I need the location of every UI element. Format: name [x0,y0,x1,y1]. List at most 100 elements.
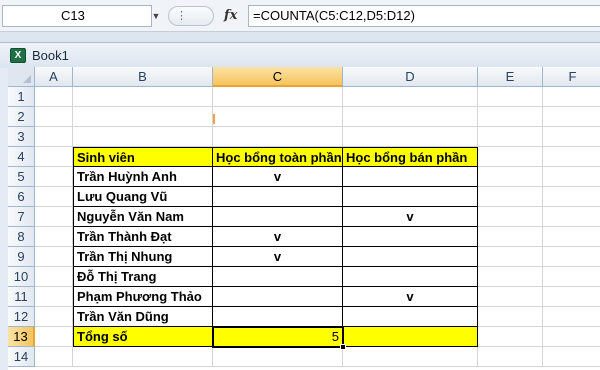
column-header-a[interactable]: A [35,67,73,87]
half-scholarship-cell[interactable] [343,267,478,287]
total-value-cell[interactable]: 5 [213,327,343,347]
cell-a12[interactable] [35,307,73,327]
cell-a2[interactable] [35,107,73,127]
cell-b2[interactable] [73,107,213,127]
cell-a14[interactable] [35,347,73,367]
row-header-1[interactable]: 1 [8,87,35,107]
cell-e6[interactable] [478,187,543,207]
cell-e3[interactable] [478,127,543,147]
cell-b14[interactable] [73,347,213,367]
row-header-8[interactable]: 8 [8,227,35,247]
row-header-9[interactable]: 9 [8,247,35,267]
half-scholarship-cell[interactable] [343,247,478,267]
cell-f6[interactable] [543,187,600,207]
full-scholarship-cell[interactable] [213,287,343,307]
half-scholarship-cell[interactable] [343,187,478,207]
insert-function-button[interactable]: fx [224,6,244,26]
cell-d14[interactable] [343,347,478,367]
cell-e8[interactable] [478,227,543,247]
half-scholarship-cell[interactable] [343,227,478,247]
full-scholarship-cell[interactable] [213,267,343,287]
half-scholarship-cell[interactable] [343,167,478,187]
cell-a8[interactable] [35,227,73,247]
row-header-4[interactable]: 4 [8,147,35,167]
cell-e9[interactable] [478,247,543,267]
cell-f2[interactable] [543,107,600,127]
cell-a6[interactable] [35,187,73,207]
cell-a5[interactable] [35,167,73,187]
column-header-f[interactable]: F [543,67,600,87]
column-header-e[interactable]: E [478,67,543,87]
cell-f8[interactable] [543,227,600,247]
full-scholarship-cell[interactable] [213,187,343,207]
fill-handle[interactable] [340,344,346,350]
cell-a11[interactable] [35,287,73,307]
row-header-10[interactable]: 10 [8,267,35,287]
row-header-7[interactable]: 7 [8,207,35,227]
cell-f12[interactable] [543,307,600,327]
cell-f7[interactable] [543,207,600,227]
cell-f4[interactable] [543,147,600,167]
cell-e1[interactable] [478,87,543,107]
cell-c1[interactable] [213,87,343,107]
cell-a13[interactable] [35,327,73,347]
cell-f3[interactable] [543,127,600,147]
cell-e4[interactable] [478,147,543,167]
row-header-13[interactable]: 13 [8,327,35,347]
full-scholarship-cell[interactable] [213,307,343,327]
name-box-dropdown-icon[interactable]: ▼ [150,8,162,24]
full-scholarship-cell[interactable] [213,207,343,227]
cell-c14[interactable] [213,347,343,367]
formula-bar-resize-handle[interactable] [168,6,214,26]
cell-e5[interactable] [478,167,543,187]
cell-f13[interactable] [543,327,600,347]
cell-e14[interactable] [478,347,543,367]
cell-d2[interactable] [343,107,478,127]
column-header-b[interactable]: B [73,67,213,87]
cell-f9[interactable] [543,247,600,267]
cell-f5[interactable] [543,167,600,187]
full-scholarship-cell[interactable]: v [213,167,343,187]
row-header-2[interactable]: 2 [8,107,35,127]
cell-b1[interactable] [73,87,213,107]
full-scholarship-cell[interactable]: v [213,247,343,267]
cell-c2[interactable] [213,107,343,127]
row-header-5[interactable]: 5 [8,167,35,187]
half-scholarship-cell[interactable] [343,307,478,327]
full-scholarship-cell[interactable]: v [213,227,343,247]
cell-a10[interactable] [35,267,73,287]
cell-a9[interactable] [35,247,73,267]
cell-f1[interactable] [543,87,600,107]
formula-input[interactable]: =COUNTA(C5:C12,D5:D12) [248,5,600,27]
select-all-corner[interactable] [8,67,35,87]
cell-a7[interactable] [35,207,73,227]
cell-d3[interactable] [343,127,478,147]
row-header-6[interactable]: 6 [8,187,35,207]
column-header-c[interactable]: C [213,67,343,87]
cell-e11[interactable] [478,287,543,307]
cell-e12[interactable] [478,307,543,327]
cell-e2[interactable] [478,107,543,127]
cell-a3[interactable] [35,127,73,147]
row-header-11[interactable]: 11 [8,287,35,307]
cell-c3[interactable] [213,127,343,147]
spreadsheet-grid[interactable]: A B C D E F 1 2 3 4 5 6 7 8 9 10 11 12 13 14 Sinh viên Học bổ… [8,67,600,370]
cell-f14[interactable] [543,347,600,367]
cell-a1[interactable] [35,87,73,107]
cell-f11[interactable] [543,287,600,307]
row-header-14[interactable]: 14 [8,347,35,367]
cell-a4[interactable] [35,147,73,167]
half-scholarship-cell[interactable]: v [343,287,478,307]
cell-f10[interactable] [543,267,600,287]
column-header-d[interactable]: D [343,67,478,87]
cell-e7[interactable] [478,207,543,227]
row-header-12[interactable]: 12 [8,307,35,327]
row-header-3[interactable]: 3 [8,127,35,147]
cell-e13[interactable] [478,327,543,347]
cell-d1[interactable] [343,87,478,107]
cell-b3[interactable] [73,127,213,147]
half-scholarship-cell[interactable]: v [343,207,478,227]
cell-e10[interactable] [478,267,543,287]
student-name-cell: Trần Huỳnh Anh [73,167,213,187]
name-box[interactable]: C13 [2,5,152,27]
